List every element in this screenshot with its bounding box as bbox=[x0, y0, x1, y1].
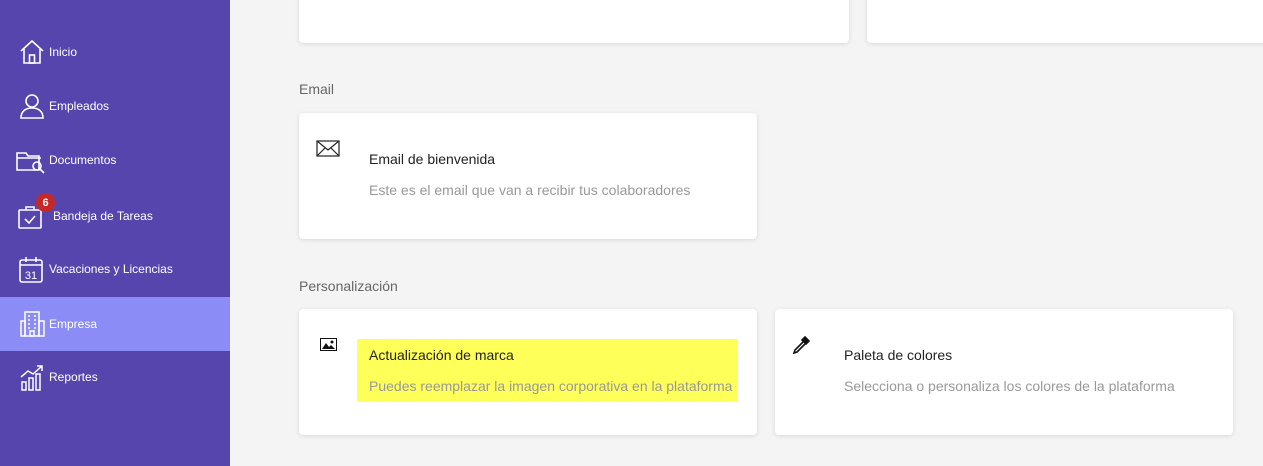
sidebar-item-reportes[interactable]: Reportes bbox=[0, 350, 230, 404]
card-description: Selecciona o personaliza los colores de … bbox=[844, 378, 1175, 394]
card-email-bienvenida[interactable]: Email de bienvenida Este es el email que… bbox=[299, 113, 757, 239]
sidebar-item-bandeja-de-tareas[interactable]: 6 Bandeja de Tareas bbox=[0, 189, 230, 243]
sidebar-item-label: Empleados bbox=[49, 99, 110, 113]
calendar-icon: 31 bbox=[19, 257, 43, 283]
card-paleta-de-colores[interactable]: Paleta de colores Selecciona o personali… bbox=[775, 309, 1233, 435]
card-description: Este es el email que van a recibir tus c… bbox=[369, 182, 691, 198]
card-actualizacion-de-marca[interactable]: Actualización de marca Puedes reemplazar… bbox=[299, 309, 757, 435]
sidebar-item-label: Inicio bbox=[49, 45, 78, 59]
card-description: Puedes reemplazar la imagen corporativa … bbox=[369, 378, 733, 394]
sidebar-item-empresa[interactable]: Empresa bbox=[0, 297, 230, 351]
sidebar-item-vacaciones[interactable]: 31 Vacaciones y Licencias bbox=[0, 242, 230, 296]
svg-text:31: 31 bbox=[25, 270, 37, 282]
chart-growth-icon bbox=[20, 365, 43, 391]
user-icon bbox=[20, 94, 44, 119]
sidebar-item-empleados[interactable]: Empleados bbox=[0, 79, 230, 133]
folder-search-icon bbox=[16, 152, 45, 174]
building-icon bbox=[20, 311, 45, 337]
envelope-icon bbox=[316, 140, 340, 157]
sidebar-item-label: Empresa bbox=[49, 317, 98, 331]
section-title-personalizacion: Personalización bbox=[299, 278, 398, 294]
card-title: Email de bienvenida bbox=[369, 151, 496, 167]
card-title: Actualización de marca bbox=[369, 347, 514, 363]
sidebar-item-documentos[interactable]: Documentos bbox=[0, 133, 230, 187]
card-title: Paleta de colores bbox=[844, 347, 953, 363]
sidebar-item-label: Vacaciones y Licencias bbox=[49, 262, 173, 276]
sidebar-item-label: Reportes bbox=[49, 370, 98, 384]
sidebar-item-label: Bandeja de Tareas bbox=[53, 209, 153, 223]
sidebar-item-inicio[interactable]: Inicio bbox=[0, 25, 230, 79]
partial-card-top-right[interactable] bbox=[867, 0, 1263, 43]
eyedropper-icon bbox=[792, 336, 810, 354]
section-title-email: Email bbox=[299, 81, 335, 97]
sidebar: Inicio Empleados Documentos 6 Bandeja de… bbox=[0, 0, 230, 466]
image-icon bbox=[320, 338, 337, 351]
partial-card-top-left[interactable] bbox=[299, 0, 849, 43]
home-icon bbox=[20, 39, 44, 64]
sidebar-item-label: Documentos bbox=[49, 153, 117, 167]
